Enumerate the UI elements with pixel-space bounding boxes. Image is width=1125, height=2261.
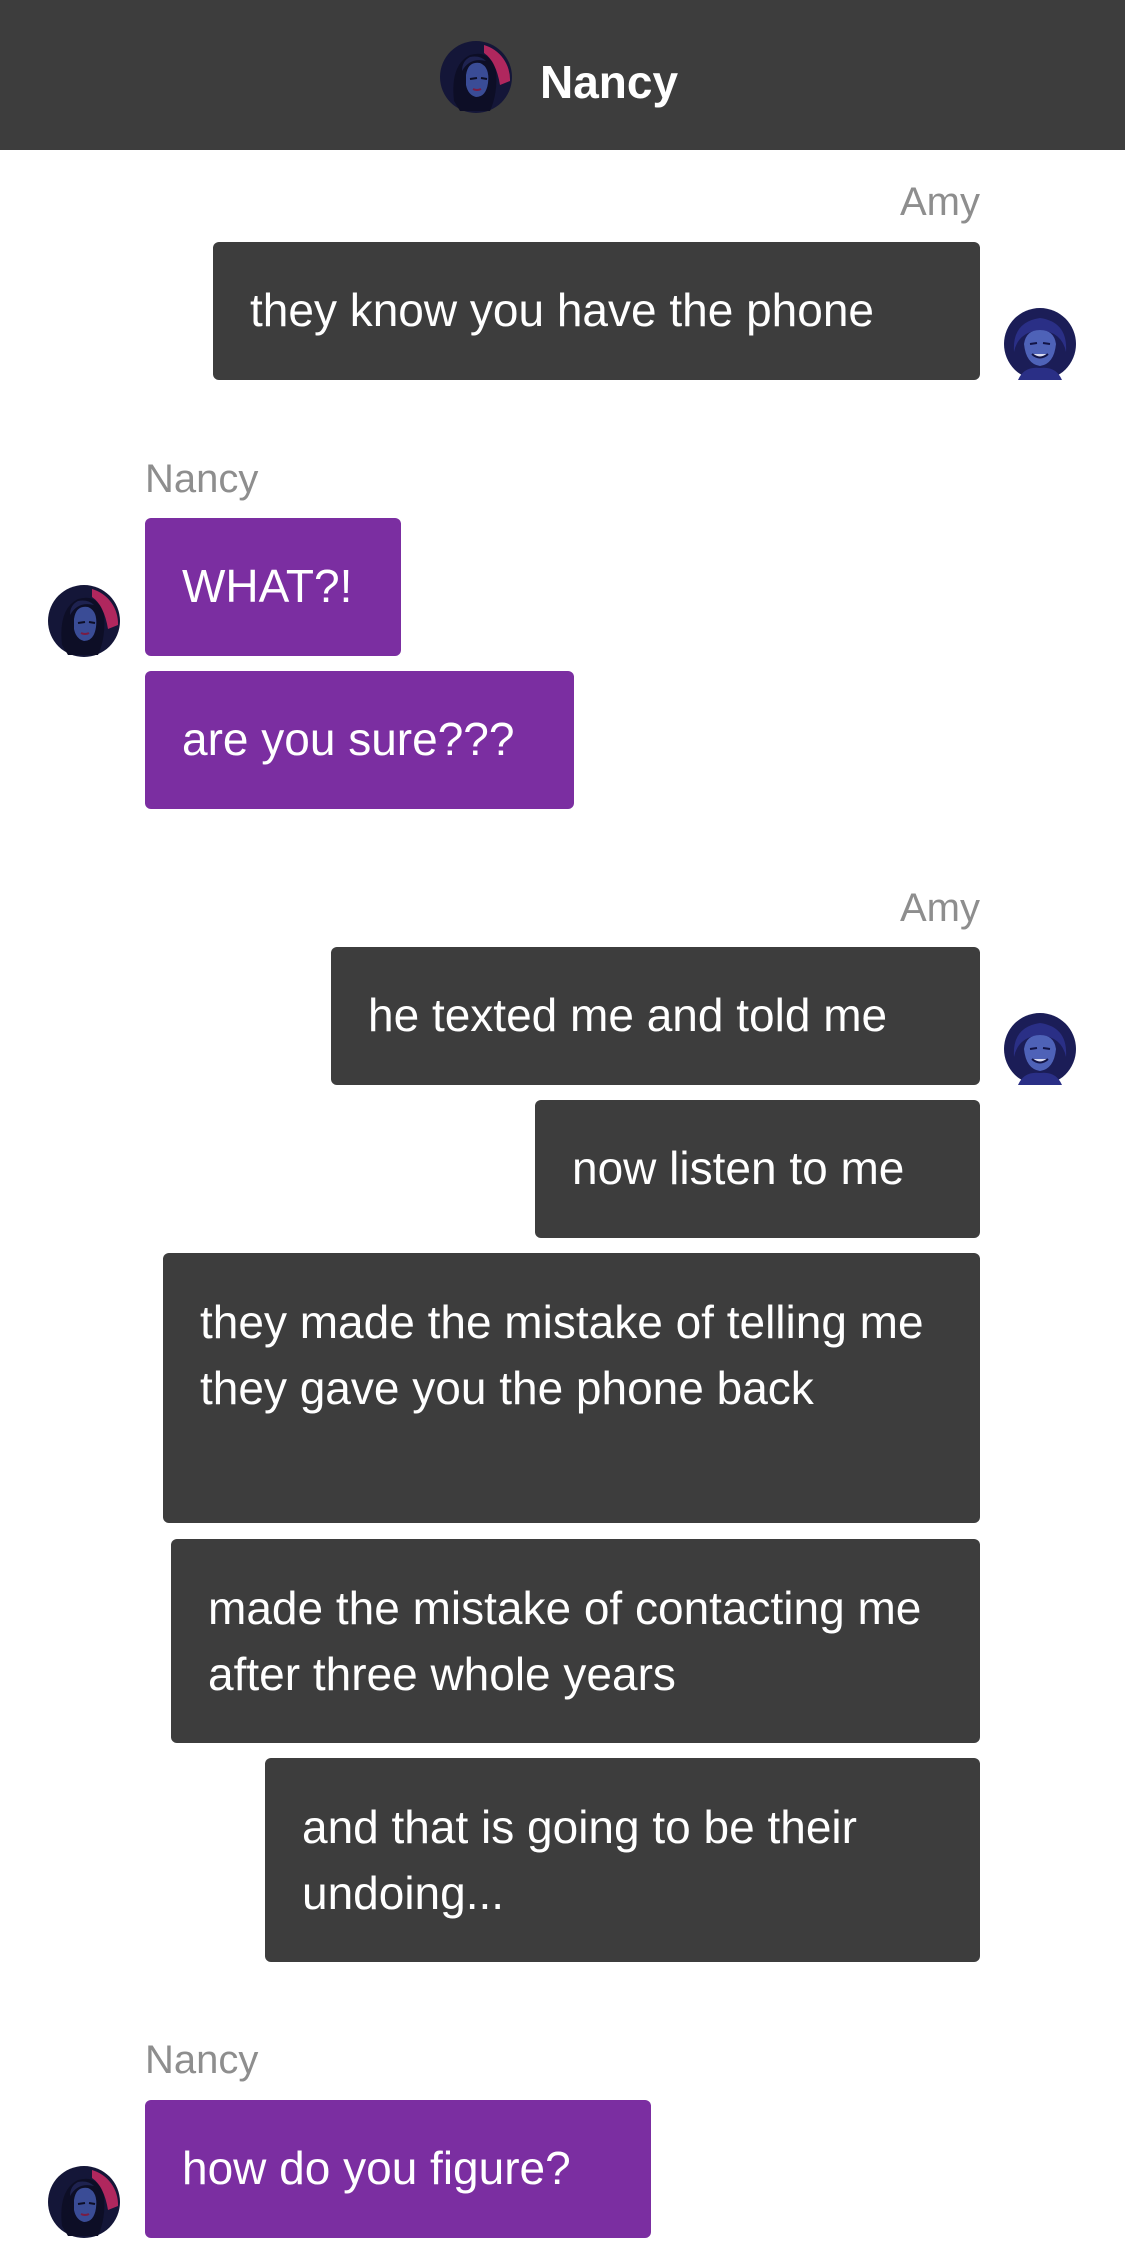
header-title[interactable]: Nancy	[540, 52, 678, 112]
nancy-avatar-icon	[48, 2166, 120, 2238]
message-bubble[interactable]: they know you have the phone	[213, 242, 980, 380]
sender-label: Nancy	[145, 457, 259, 501]
message-bubble[interactable]: now listen to me	[535, 1100, 980, 1238]
message-bubble[interactable]: they made the mistake of telling me they…	[163, 1253, 980, 1523]
sender-label: Amy	[900, 886, 980, 930]
amy-avatar-icon	[1004, 308, 1076, 380]
nancy-avatar-icon	[48, 585, 120, 657]
sender-label: Amy	[900, 180, 980, 224]
message-bubble[interactable]: and that is going to be their undoing...	[265, 1758, 980, 1962]
message-bubble[interactable]: how do you figure?	[145, 2100, 651, 2238]
message-bubble[interactable]: WHAT?!	[145, 518, 401, 656]
message-bubble[interactable]: he texted me and told me	[331, 947, 980, 1085]
nancy-avatar-icon[interactable]	[440, 41, 512, 113]
amy-avatar-icon	[1004, 1013, 1076, 1085]
chat-header: Nancy	[0, 0, 1125, 150]
message-bubble[interactable]: are you sure???	[145, 671, 574, 809]
sender-label: Nancy	[145, 2038, 259, 2082]
message-bubble[interactable]: made the mistake of contacting me after …	[171, 1539, 980, 1743]
